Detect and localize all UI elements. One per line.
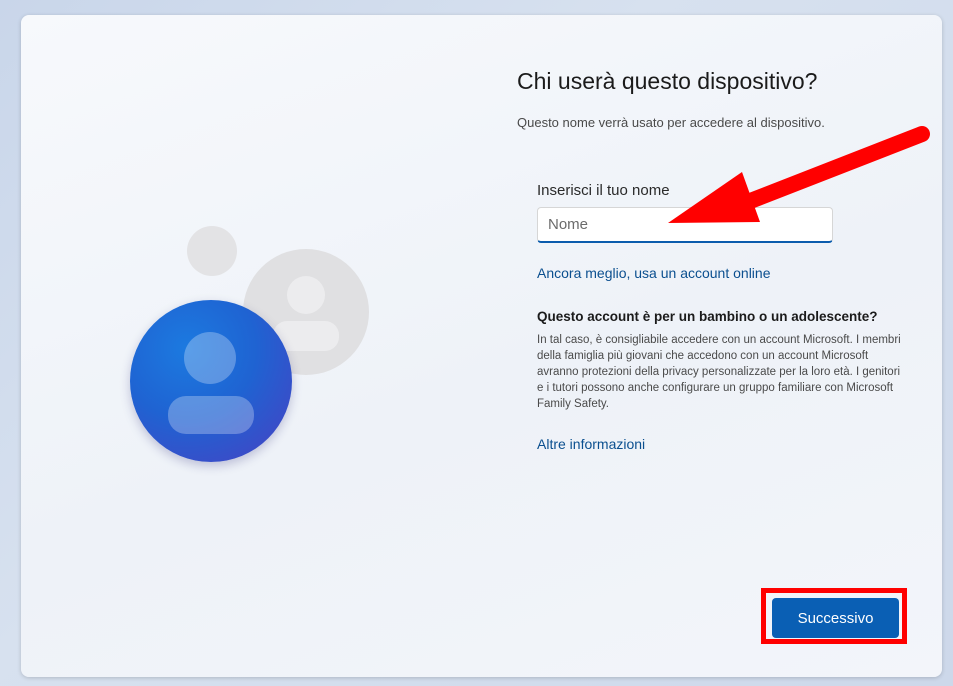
- page-title: Chi userà questo dispositivo?: [517, 68, 818, 94]
- name-field-label: Inserisci il tuo nome: [537, 182, 670, 199]
- avatar-head: [287, 276, 325, 314]
- avatar-body: [168, 396, 254, 434]
- avatar-head: [184, 332, 236, 384]
- child-account-heading: Questo account è per un bambino o un ado…: [537, 309, 878, 324]
- user-illustration: [21, 15, 501, 677]
- name-input[interactable]: [537, 207, 833, 243]
- next-button-highlight-box: [761, 588, 907, 644]
- more-info-link[interactable]: Altre informazioni: [537, 436, 645, 452]
- page-subtitle: Questo nome verrà usato per accedere al …: [517, 115, 825, 130]
- child-account-description: In tal caso, è consigliabile accedere co…: [537, 334, 901, 410]
- primary-user-avatar-icon: [130, 300, 292, 462]
- online-account-link[interactable]: Ancora meglio, usa un account online: [537, 265, 770, 281]
- decorative-circle: [187, 226, 237, 276]
- setup-window: Chi userà questo dispositivo? Questo nom…: [21, 15, 942, 677]
